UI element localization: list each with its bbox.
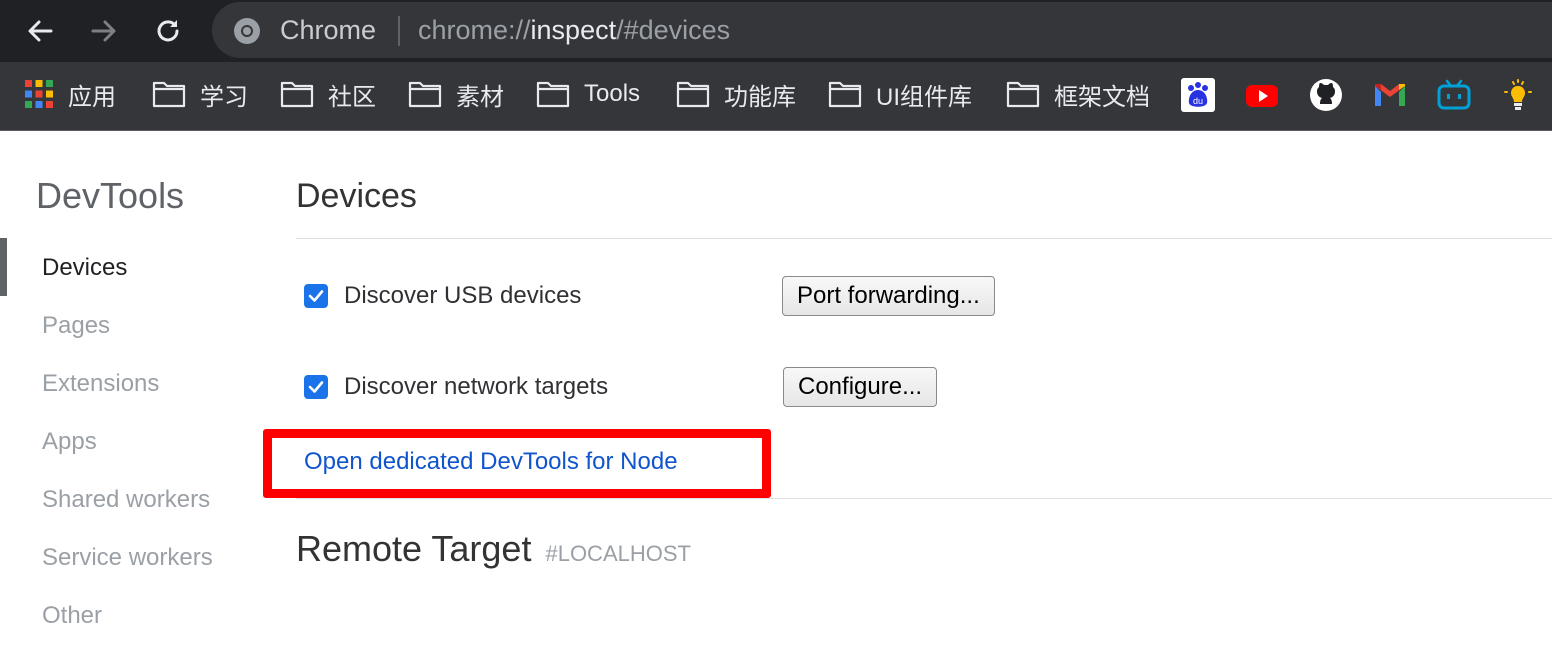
bookmark-label: 功能库 [724,83,796,111]
discover-network-checkbox[interactable] [304,375,328,399]
sidebar-title: DevTools [36,175,185,216]
reload-button[interactable] [148,11,188,51]
bookmark-label: 框架文档 [1054,83,1150,111]
url-text[interactable]: chrome://inspect/#devices [418,13,730,47]
discover-usb-option[interactable]: Discover USB devices [304,282,581,310]
checkmark-icon [308,381,324,393]
omnibox-chip-label: Chrome [280,15,377,45]
folder-icon [536,81,570,108]
folder-icon [408,81,442,108]
omnibox-divider [398,16,400,46]
reload-icon [157,20,179,42]
browser-toolbar: Chrome chrome://inspect/#devices [0,0,1552,62]
baidu-icon[interactable]: du [1181,78,1215,112]
checkmark-icon [308,290,324,302]
folder-icon [152,81,186,108]
bookmark-label: 素材 [456,83,504,111]
bookmark-folder-study[interactable]: 学习 [152,76,248,112]
lightbulb-icon[interactable] [1501,78,1535,112]
sidebar-item-devices[interactable]: Devices [42,253,127,283]
folder-icon [828,81,862,108]
back-button[interactable] [20,11,60,51]
youtube-icon[interactable] [1245,78,1279,112]
bookmark-label: 应用 [68,83,116,111]
discover-usb-checkbox[interactable] [304,284,328,308]
sidebar-item-pages[interactable]: Pages [42,311,110,341]
sidebar-item-service-workers[interactable]: Service workers [42,543,213,573]
bookmark-folder-framework-docs[interactable]: 框架文档 [1006,76,1150,112]
url-path: /#devices [616,15,731,45]
bookmark-label: 社区 [328,83,376,111]
remote-target-tag: #LOCALHOST [545,541,691,566]
url-scheme: chrome:// [418,15,531,45]
discover-network-label: Discover network targets [344,373,609,400]
port-forwarding-button[interactable]: Port forwarding... [782,276,995,316]
bookmark-folder-libraries[interactable]: 功能库 [676,76,796,112]
folder-icon [1006,81,1040,108]
bookmark-label: UI组件库 [876,83,972,111]
remote-target-title: Remote Target [296,528,532,569]
github-icon[interactable] [1309,78,1343,112]
bookmark-folder-tools[interactable]: Tools [536,76,640,112]
bookmark-label: 学习 [200,83,248,111]
configure-button[interactable]: Configure... [783,367,938,407]
sidebar-active-indicator [0,238,7,296]
bilibili-icon[interactable] [1437,78,1471,112]
apps-grid-icon [25,80,53,108]
address-bar[interactable]: Chrome chrome://inspect/#devices [212,2,1552,58]
sidebar-item-apps[interactable]: Apps [42,427,97,457]
forward-arrow-icon [91,20,116,42]
sidebar-item-other[interactable]: Other [42,601,102,631]
bookmarks-bar: 应用 学习 社区 素材 Tools 功能库 UI组件库 框架文档 du [0,62,1552,131]
folder-icon [676,81,710,108]
url-host: inspect [530,15,617,45]
folder-icon [280,81,314,108]
discover-usb-label: Discover USB devices [344,282,582,309]
bookmark-apps[interactable]: 应用 [24,76,116,112]
page-title: Devices [296,177,417,215]
gmail-icon[interactable] [1373,78,1407,112]
sidebar-item-extensions[interactable]: Extensions [42,369,159,399]
back-arrow-icon [28,20,53,42]
svg-text:du: du [1193,96,1203,106]
bookmark-label: Tools [584,80,641,107]
chrome-logo-icon [234,18,260,44]
discover-network-option[interactable]: Discover network targets [304,373,608,401]
bookmark-folder-materials[interactable]: 素材 [408,76,504,112]
section-divider [296,498,1552,499]
remote-target-heading: Remote Target #LOCALHOST [296,526,691,577]
title-divider [296,238,1552,239]
bookmark-folder-community[interactable]: 社区 [280,76,376,112]
forward-button[interactable] [84,11,124,51]
open-node-devtools-link[interactable]: Open dedicated DevTools for Node [304,447,678,477]
sidebar-item-shared-workers[interactable]: Shared workers [42,485,210,515]
bookmark-folder-ui-components[interactable]: UI组件库 [828,76,972,112]
